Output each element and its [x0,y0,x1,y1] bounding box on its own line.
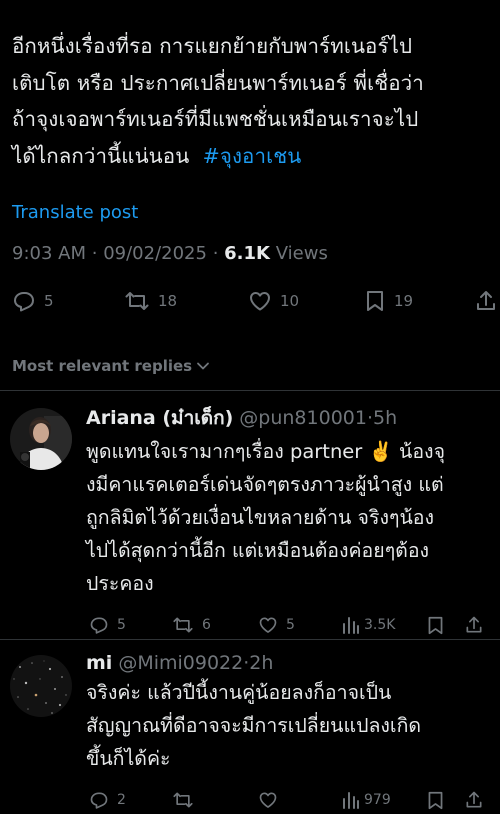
translate-post-link[interactable]: Translate post [12,202,138,223]
avatar[interactable] [10,655,72,717]
reply-button[interactable]: 5 [12,289,54,313]
tweet-text: อีกหนึ่งเรื่องที่รอ การแยกย้ายกับพาร์ทเน… [12,28,488,174]
reply-author-name[interactable]: Ariana (ม๋าเด็ก) [86,403,233,433]
bookmark-icon [367,291,383,311]
reply-actions: 5 6 5 3.5K [86,610,490,640]
share-icon [466,616,482,633]
reply-line: จริงค่ะ แล้วปีนี้งานคู่น้อยลงก็อาจเป็น [86,681,392,704]
like-button[interactable]: 10 [248,289,299,313]
tweet-date[interactable]: 09/02/2025 [103,243,207,264]
repost-icon [173,617,193,633]
reply-line: ประคอง [86,572,154,595]
meta-separator: · [212,243,219,264]
reply-icon [90,617,108,634]
views-count: 6.1K [224,243,270,264]
reply-header: mi @Mimi09022·2h [86,652,490,674]
like-button[interactable] [258,790,278,810]
tweet-meta: 9:03 AM · 09/02/2025 · 6.1K Views [12,243,488,264]
chevron-down-icon [197,362,210,370]
reply-text: จริงค่ะ แล้วปีนี้งานคู่น้อยลงก็อาจเป็น ส… [86,676,490,775]
like-count: 5 [286,617,295,633]
reply-author-handle[interactable]: @pun810001·5h [239,407,397,429]
views-count: 3.5K [364,617,396,633]
repost-button[interactable]: 18 [124,289,177,313]
reply-icon [90,792,108,809]
analytics-icon [343,792,359,809]
replies-sort-dropdown[interactable]: Most relevant replies [0,342,500,390]
reply-button[interactable]: 5 [89,615,126,635]
main-tweet: อีกหนึ่งเรื่องที่รอ การแยกย้ายกับพาร์ทเน… [0,0,500,316]
views-count: 979 [364,792,391,808]
bookmark-icon [428,791,443,809]
meta-separator: · [91,243,98,264]
views-button[interactable]: 979 [342,791,391,809]
reply-author-name[interactable]: mi [86,652,112,674]
bookmark-icon [428,616,443,634]
reply-header: Ariana (ม๋าเด็ก) @pun810001·5h [86,403,490,433]
tweet-line: ได้ไกลกว่านี้แน่นอน #จุงอาเชน [12,138,488,175]
reply-time: 5h [373,407,398,429]
reply-line: ไปได้สุดกว่านี้อีก แต่เหมือนต้องค่อยๆต้อ… [86,539,430,562]
bookmark-button[interactable]: 19 [364,289,413,313]
heart-icon [259,617,277,633]
tweet-line: เติบโต หรือ ประกาศเปลี่ยนพาร์ทเนอร์ พี่เ… [12,70,424,95]
share-button[interactable] [474,289,498,313]
reply-item[interactable]: Ariana (ม๋าเด็ก) @pun810001·5h พูดแทนใจเ… [0,391,500,639]
reply-actions: 2 979 [86,785,490,814]
reply-button[interactable]: 2 [89,790,126,810]
reply-line: พูดแทนใจเรามากๆเรื่อง partner ✌️ น้องจุ [86,440,445,463]
repost-icon [125,292,149,310]
analytics-icon [343,617,359,634]
share-icon [466,791,482,808]
tweet-line-text: ได้ไกลกว่านี้แน่นอน [12,143,190,168]
bookmark-count: 19 [394,292,414,310]
hashtag-link[interactable]: #จุงอาเชน [203,144,302,168]
reply-line: ถูกลิมิตไว้ด้วยเงื่อนไขหลายด้าน จริงๆน้อ… [86,506,435,529]
views-button[interactable]: 3.5K [342,616,395,634]
reply-count: 5 [44,292,54,310]
heart-icon [259,792,277,808]
bookmark-button[interactable] [426,790,445,811]
reply-line: ขึ้นก็ได้ค่ะ [86,747,171,770]
reply-count: 5 [117,617,126,633]
share-icon [477,291,495,310]
repost-button[interactable]: 6 [172,615,211,635]
reply-text: พูดแทนใจเรามากๆเรื่อง partner ✌️ น้องจุ … [86,435,490,600]
tweet-line: อีกหนึ่งเรื่องที่รอ การแยกย้ายกับพาร์ทเน… [12,34,413,58]
reply-count: 2 [117,792,126,808]
reply-icon [14,292,34,312]
reply-line: งมีคาแรคเตอร์เด่นจัดๆตรงภาวะผู้นำสูง แต่ [86,473,444,496]
heart-icon [250,292,270,311]
repost-count: 18 [158,292,178,310]
reply-line: สัญญาณที่ดีอาจจะมีการเปลี่ยนแปลงเกิด [86,714,422,737]
reply-time: 2h [249,652,274,674]
bookmark-button[interactable] [426,615,445,636]
avatar[interactable] [10,408,72,470]
share-button[interactable] [464,790,484,810]
reply-author-handle[interactable]: @Mimi09022·2h [118,652,273,674]
reply-item[interactable]: mi @Mimi09022·2h จริงค่ะ แล้วปีนี้งานคู่… [0,640,500,814]
like-count: 10 [280,292,300,310]
views-label: Views [275,243,328,264]
repost-icon [173,792,193,808]
share-button[interactable] [464,615,484,635]
reply-handle-text: @Mimi09022 [118,652,244,674]
tweet-actions: 5 18 10 19 [12,286,495,316]
replies-sort-label: Most relevant replies [12,357,193,375]
tweet-time[interactable]: 9:03 AM [12,243,86,264]
repost-count: 6 [202,617,211,633]
tweet-line: ถ้าจุงเจอพาร์ทเนอร์ที่มีแพชชั่นเหมือนเรา… [12,107,419,131]
reply-handle-text: @pun810001 [239,407,367,429]
repost-button[interactable] [172,790,194,810]
like-button[interactable]: 5 [258,615,295,635]
